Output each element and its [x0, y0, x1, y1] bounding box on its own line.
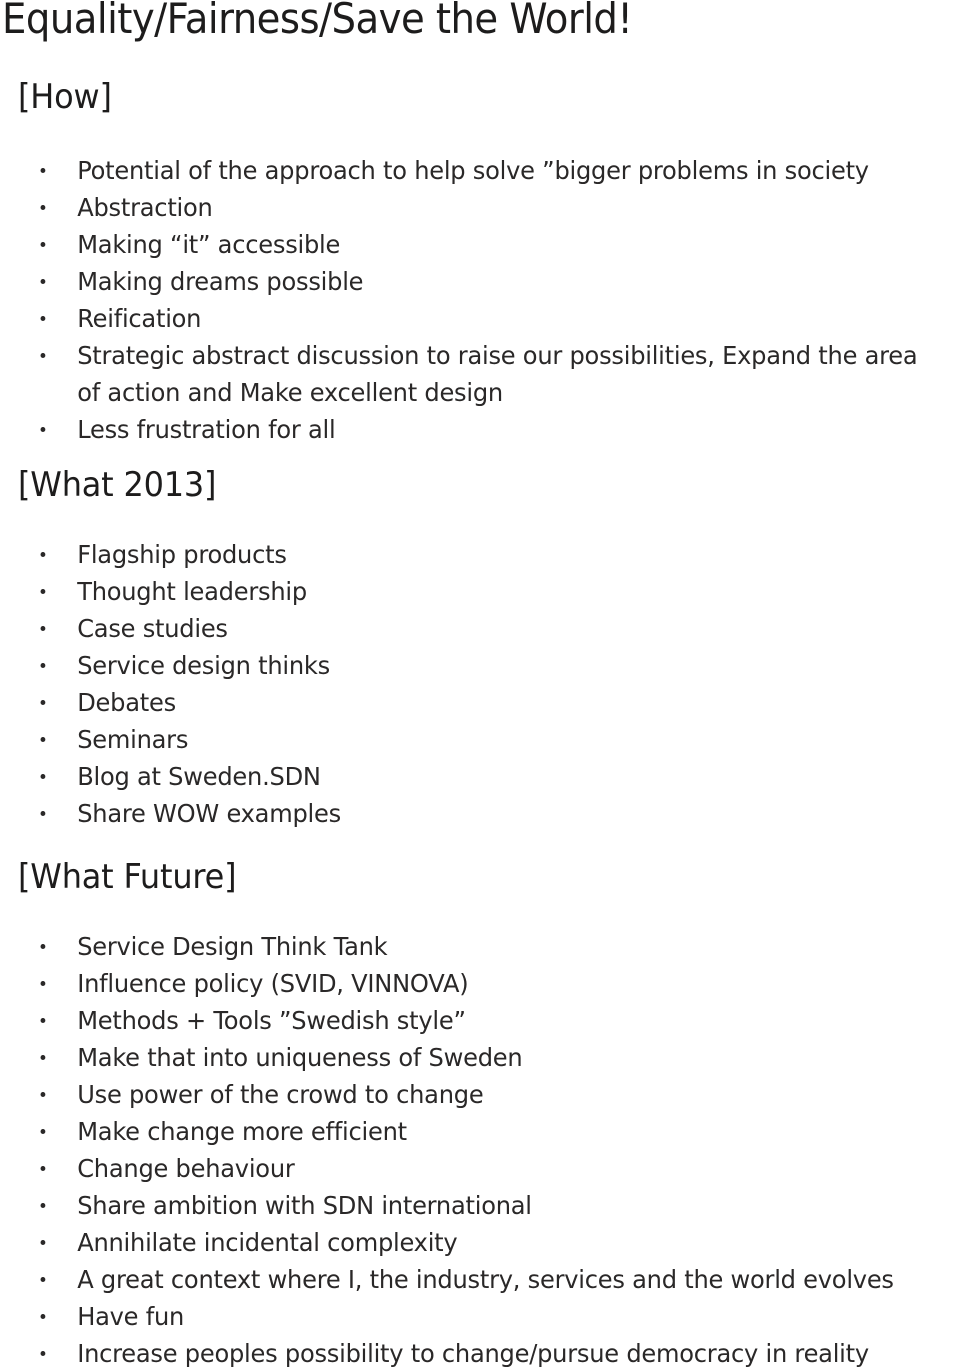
- section-heading-what-2013: [What 2013]: [18, 465, 217, 505]
- list-item: Abstraction: [0, 189, 926, 226]
- list-item-label: Service design thinks: [77, 651, 330, 680]
- bullet-dot-icon: [40, 774, 46, 779]
- bullet-dot-icon: [40, 205, 46, 210]
- bullet-list-what-2013: Flagship products Thought leadership Cas…: [0, 536, 960, 832]
- list-item: Making “it” accessible: [0, 226, 926, 263]
- page-title: Equality/Fairness/Save the World!: [2, 0, 633, 43]
- bullet-dot-icon: [40, 427, 46, 432]
- list-item: Potential of the approach to help solve …: [0, 152, 926, 189]
- bullet-dot-icon: [40, 1018, 46, 1023]
- list-item: Share ambition with SDN international: [0, 1187, 926, 1224]
- bullet-dot-icon: [40, 168, 46, 173]
- bullet-dot-icon: [40, 316, 46, 321]
- bullet-dot-icon: [40, 552, 46, 557]
- bullet-dot-icon: [40, 1277, 46, 1282]
- bullet-dot-icon: [40, 737, 46, 742]
- list-item: Flagship products: [0, 536, 926, 573]
- list-item-label: Change behaviour: [77, 1154, 295, 1183]
- list-item-label: Potential of the approach to help solve …: [77, 156, 869, 185]
- list-item: Have fun: [0, 1298, 926, 1335]
- bullet-dot-icon: [40, 663, 46, 668]
- bullet-dot-icon: [40, 811, 46, 816]
- list-item: Debates: [0, 684, 926, 721]
- list-item-label: Have fun: [77, 1302, 185, 1331]
- bullet-dot-icon: [40, 1314, 46, 1319]
- list-item: Seminars: [0, 721, 926, 758]
- list-item: Reification: [0, 300, 926, 337]
- list-item: Make change more efficient: [0, 1113, 926, 1150]
- bullet-list-how: Potential of the approach to help solve …: [0, 152, 960, 448]
- list-item: Thought leadership: [0, 573, 926, 610]
- bullet-list-what-future: Service Design Think Tank Influence poli…: [0, 928, 960, 1372]
- section-what-future: [What Future] Service Design Think Tank …: [0, 858, 960, 1372]
- list-item-label: Share ambition with SDN international: [77, 1191, 532, 1220]
- list-item: Influence policy (SVID, VINNOVA): [0, 965, 926, 1002]
- list-item: Increase peoples possibility to change/p…: [0, 1335, 926, 1372]
- list-item-label: Methods + Tools ”Swedish style”: [77, 1006, 466, 1035]
- bullet-dot-icon: [40, 1240, 46, 1245]
- list-item-label: Thought leadership: [77, 577, 307, 606]
- list-item: Case studies: [0, 610, 926, 647]
- list-item-label: Making “it” accessible: [77, 230, 341, 259]
- section-heading-what-future: [What Future]: [18, 857, 237, 897]
- bullet-dot-icon: [40, 1351, 46, 1356]
- list-item-label: A great context where I, the industry, s…: [77, 1265, 894, 1294]
- list-item: Service design thinks: [0, 647, 926, 684]
- bullet-dot-icon: [40, 1092, 46, 1097]
- list-item-label: Case studies: [77, 614, 228, 643]
- bullet-dot-icon: [40, 279, 46, 284]
- list-item-label: Less frustration for all: [77, 415, 336, 444]
- list-item: Annihilate incidental complexity: [0, 1224, 926, 1261]
- section-how: [How] Potential of the approach to help …: [0, 78, 960, 448]
- section-what-2013: [What 2013] Flagship products Thought le…: [0, 466, 960, 832]
- bullet-dot-icon: [40, 242, 46, 247]
- list-item-label: Flagship products: [77, 540, 287, 569]
- list-item-label: Strategic abstract discussion to raise o…: [77, 341, 918, 407]
- list-item: Making dreams possible: [0, 263, 926, 300]
- list-item: Less frustration for all: [0, 411, 926, 448]
- bullet-dot-icon: [40, 700, 46, 705]
- list-item-label: Making dreams possible: [77, 267, 364, 296]
- list-item: Methods + Tools ”Swedish style”: [0, 1002, 926, 1039]
- list-item-label: Make that into uniqueness of Sweden: [77, 1043, 523, 1072]
- bullet-dot-icon: [40, 1129, 46, 1134]
- bullet-dot-icon: [40, 981, 46, 986]
- list-item-label: Reification: [77, 304, 202, 333]
- list-item-label: Influence policy (SVID, VINNOVA): [77, 969, 469, 998]
- list-item-label: Blog at Sweden.SDN: [77, 762, 321, 791]
- list-item-label: Debates: [77, 688, 176, 717]
- section-heading-how: [How]: [18, 77, 112, 117]
- list-item-label: Make change more efficient: [77, 1117, 407, 1146]
- document-page: Equality/Fairness/Save the World! [How] …: [0, 0, 960, 1368]
- list-item-label: Use power of the crowd to change: [77, 1080, 484, 1109]
- bullet-dot-icon: [40, 1055, 46, 1060]
- bullet-dot-icon: [40, 1203, 46, 1208]
- list-item: Strategic abstract discussion to raise o…: [0, 337, 926, 411]
- bullet-dot-icon: [40, 353, 46, 358]
- list-item-label: Service Design Think Tank: [77, 932, 388, 961]
- list-item-label: Share WOW examples: [77, 799, 341, 828]
- bullet-dot-icon: [40, 1166, 46, 1171]
- list-item-label: Increase peoples possibility to change/p…: [77, 1339, 869, 1368]
- list-item-label: Annihilate incidental complexity: [77, 1228, 458, 1257]
- list-item: Change behaviour: [0, 1150, 926, 1187]
- list-item: Blog at Sweden.SDN: [0, 758, 926, 795]
- list-item-label: Abstraction: [77, 193, 213, 222]
- bullet-dot-icon: [40, 626, 46, 631]
- list-item: A great context where I, the industry, s…: [0, 1261, 926, 1298]
- list-item: Use power of the crowd to change: [0, 1076, 926, 1113]
- bullet-dot-icon: [40, 944, 46, 949]
- list-item: Service Design Think Tank: [0, 928, 926, 965]
- bullet-dot-icon: [40, 589, 46, 594]
- list-item-label: Seminars: [77, 725, 189, 754]
- list-item: Share WOW examples: [0, 795, 926, 832]
- list-item: Make that into uniqueness of Sweden: [0, 1039, 926, 1076]
